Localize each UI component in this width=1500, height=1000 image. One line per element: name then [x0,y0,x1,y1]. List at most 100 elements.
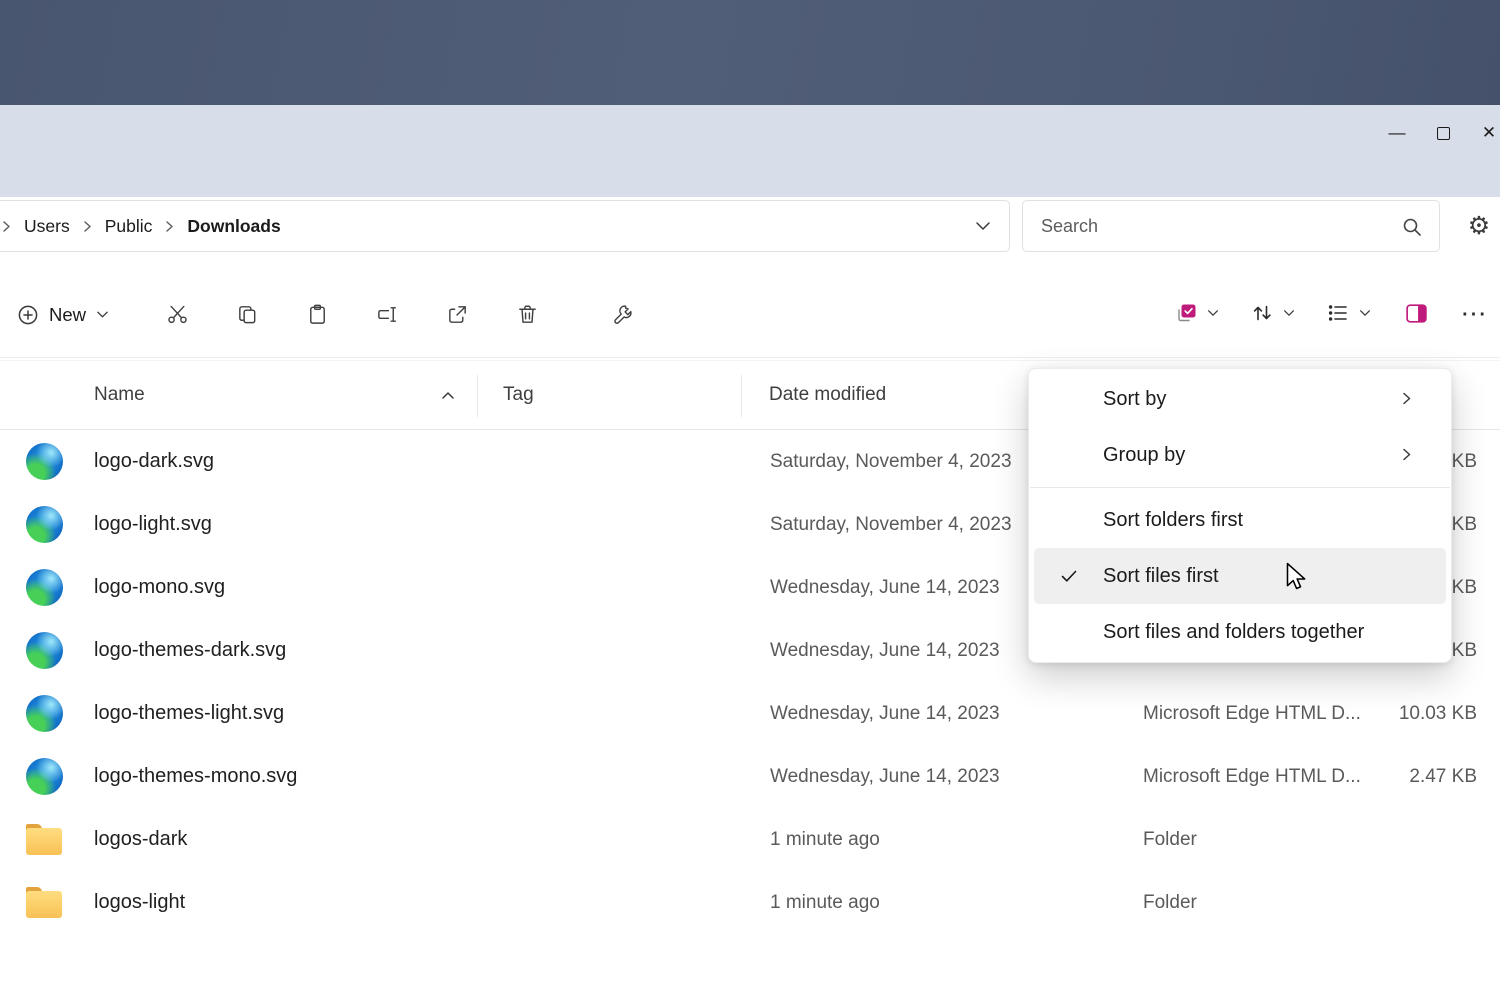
settings-button[interactable]: ⚙ [1458,205,1500,247]
rename-icon [376,303,399,326]
column-header-name[interactable]: Name [94,384,477,406]
edge-logo-icon [26,632,63,669]
preview-pane-icon [1404,301,1429,326]
edge-logo-icon [26,569,63,606]
menu-item-group-by[interactable]: Group by [1034,427,1446,483]
paste-button[interactable] [295,291,339,339]
sort-arrows-icon [1250,301,1274,325]
plus-icon [16,303,40,327]
edge-logo-icon [26,443,63,480]
file-date-modified: Wednesday, June 14, 2023 [741,703,1110,725]
menu-item-sort-folders-first[interactable]: Sort folders first [1034,492,1446,548]
chevron-down-icon [1206,306,1220,320]
search-box [1022,200,1440,252]
minimize-button[interactable]: — [1374,113,1420,153]
checkmark-icon [1034,566,1103,586]
folder-icon [26,828,62,855]
menu-separator [1030,487,1450,488]
file-row[interactable]: logos-dark 1 minute ago Folder [0,808,1500,871]
file-type: Microsoft Edge HTML D... [1110,766,1383,788]
folder-icon [26,891,62,918]
menu-item-label: Sort files first [1103,565,1219,588]
chevron-right-icon [0,220,13,233]
search-icon[interactable] [1401,216,1423,238]
file-type: Folder [1110,829,1383,851]
view-list-icon [1326,301,1350,325]
column-separator[interactable] [741,375,742,417]
paste-icon [306,303,329,326]
address-dropdown-button[interactable] [973,216,993,236]
breadcrumb-item-users[interactable]: Users [20,216,74,237]
file-name: logos-light [94,891,477,914]
file-type: Folder [1110,892,1383,914]
edge-logo-icon [26,695,63,732]
file-icon-cell [0,506,94,543]
file-name: logos-dark [94,828,477,851]
breadcrumb-item-public[interactable]: Public [101,216,157,237]
file-name: logo-light.svg [94,513,477,536]
file-name: logo-themes-mono.svg [94,765,477,788]
sort-ascending-icon [441,391,455,400]
column-separator[interactable] [477,375,478,417]
sort-context-menu: Sort by Group by Sort folders first Sort… [1028,368,1452,663]
column-tag-label: Tag [503,384,534,405]
delete-button[interactable] [505,291,549,339]
column-name-label: Name [94,384,145,406]
details-pane-button[interactable] [1394,289,1438,337]
file-icon-cell [0,758,94,795]
cut-button[interactable] [155,291,199,339]
chevron-down-icon [1282,306,1296,320]
file-explorer-window: — ✕ Users Public Downloads [0,0,1500,1000]
file-name: logo-themes-dark.svg [94,639,477,662]
file-icon-cell [0,888,94,918]
address-row: Users Public Downloads ⚙ [0,197,1500,269]
column-header-tag[interactable]: Tag [477,384,741,406]
file-row[interactable]: logos-light 1 minute ago Folder [0,871,1500,934]
rename-button[interactable] [365,291,409,339]
view-button[interactable] [1318,289,1380,337]
close-button[interactable]: ✕ [1466,113,1500,153]
scissors-icon [166,303,189,326]
file-name: logo-mono.svg [94,576,477,599]
search-input[interactable] [1023,201,1439,251]
menu-item-label: Sort folders first [1103,509,1243,532]
share-button[interactable] [435,291,479,339]
breadcrumb-item-downloads[interactable]: Downloads [183,216,284,237]
menu-item-sort-files-first[interactable]: Sort files first [1034,548,1446,604]
menu-item-sort-files-and-folders-together[interactable]: Sort files and folders together [1034,604,1446,660]
maximize-button[interactable] [1420,113,1466,153]
file-icon-cell [0,632,94,669]
trash-icon [516,303,539,326]
ellipsis-icon: ⋯ [1452,298,1496,329]
file-icon-cell [0,443,94,480]
desktop-background [0,0,1500,105]
column-date-label: Date modified [769,384,886,405]
new-button[interactable]: New [2,289,122,341]
file-icon-cell [0,825,94,855]
maximize-icon [1437,127,1450,140]
copy-button[interactable] [225,291,269,339]
see-more-button[interactable]: ⋯ [1452,289,1496,337]
select-button[interactable] [1166,289,1228,337]
sort-button[interactable] [1242,289,1304,337]
minimize-icon: — [1389,123,1406,143]
share-icon [446,303,469,326]
breadcrumb[interactable]: Users Public Downloads [0,200,1010,252]
view-tools: ⋯ [1166,289,1496,337]
menu-item-label: Sort by [1103,388,1166,411]
chevron-down-icon [1358,306,1372,320]
copy-icon [236,303,259,326]
close-icon: ✕ [1482,123,1496,143]
file-icon-cell [0,569,94,606]
file-row[interactable]: logo-themes-mono.svg Wednesday, June 14,… [0,745,1500,808]
chevron-right-icon [1399,391,1414,406]
file-type: Microsoft Edge HTML D... [1110,703,1383,725]
tools-button[interactable] [601,291,645,339]
menu-item-sort-by[interactable]: Sort by [1034,371,1446,427]
file-date-modified: Wednesday, June 14, 2023 [741,766,1110,788]
chevron-right-icon [81,220,94,233]
menu-item-label: Group by [1103,444,1185,467]
command-toolbar: New [0,272,1500,358]
new-button-label: New [49,304,86,326]
file-row[interactable]: logo-themes-light.svg Wednesday, June 14… [0,682,1500,745]
